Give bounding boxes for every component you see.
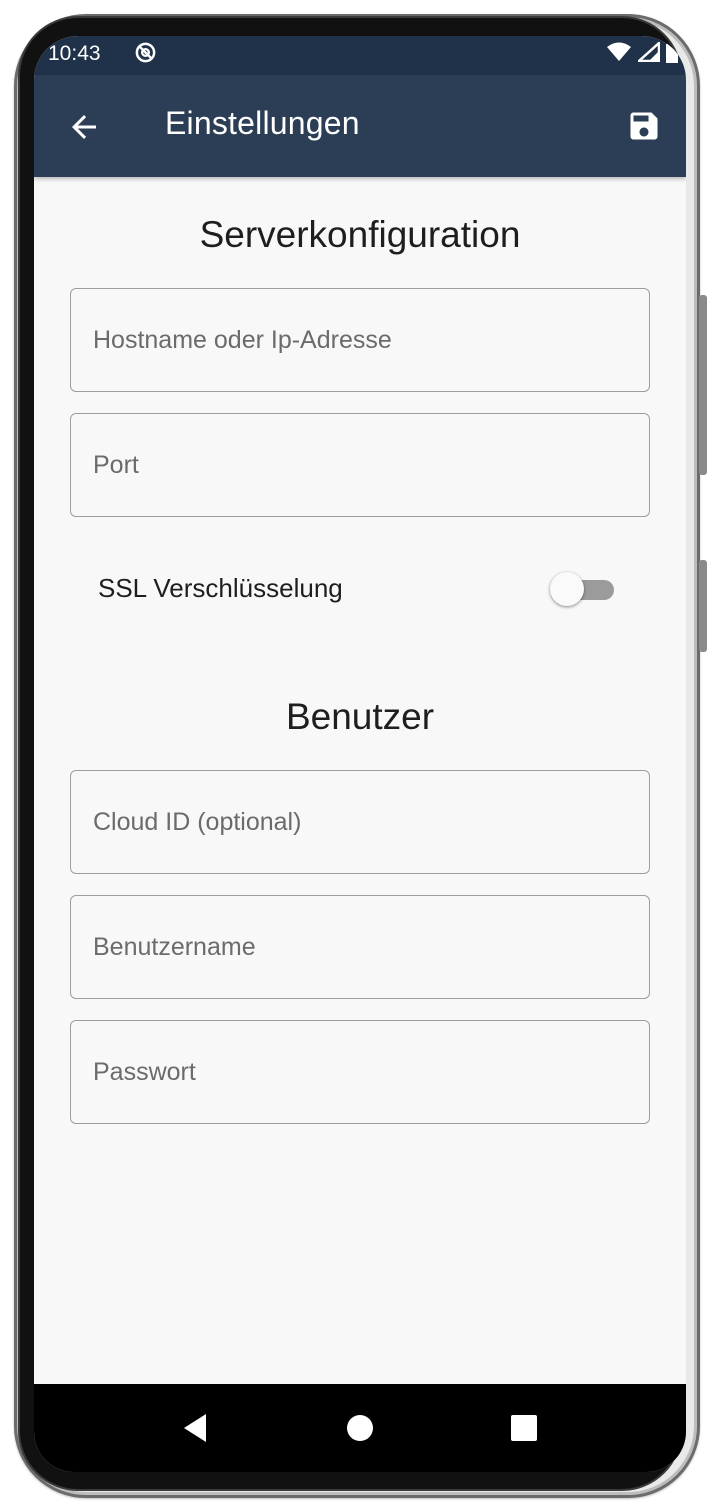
cloud-id-input[interactable] (71, 771, 649, 873)
back-button[interactable] (66, 109, 102, 145)
nav-recents-icon (511, 1415, 537, 1441)
port-input[interactable] (71, 414, 649, 516)
nav-back-icon (184, 1414, 206, 1442)
app-bar: Einstellungen (34, 75, 686, 177)
ssl-toggle[interactable] (550, 572, 618, 606)
signal-icon (635, 39, 661, 67)
ssl-row: SSL Verschlüsselung (98, 564, 618, 612)
server-section-title: Serverkonfiguration (199, 214, 521, 255)
nav-recents-button[interactable] (502, 1406, 546, 1450)
status-icons (606, 39, 678, 68)
username-input[interactable] (71, 896, 649, 998)
save-button[interactable] (626, 108, 662, 144)
host-input[interactable] (71, 289, 649, 391)
volume-button (699, 295, 707, 475)
nav-back-button[interactable] (174, 1406, 218, 1450)
battery-icon (666, 40, 678, 68)
ssl-label: SSL Verschlüsselung (98, 573, 343, 603)
user-section-title: Benutzer (285, 696, 435, 737)
cloud-id-field[interactable] (70, 770, 650, 874)
status-time: 10:43 (48, 42, 101, 65)
system-nav-bar (34, 1384, 686, 1472)
arrow-left-icon (72, 115, 96, 139)
password-field[interactable] (70, 1020, 650, 1124)
host-field[interactable] (70, 288, 650, 392)
password-input[interactable] (71, 1021, 649, 1123)
username-field[interactable] (70, 895, 650, 999)
floppy-disk-icon (630, 112, 658, 140)
ssl-toggle-thumb[interactable] (550, 572, 584, 606)
nav-home-icon (347, 1415, 373, 1441)
status-bar: 10:43 (34, 36, 686, 75)
app-screen: 10:43 Einstellungen Serverkonfiguration … (34, 36, 686, 1472)
page-title: Einstellungen (165, 105, 360, 141)
port-field[interactable] (70, 413, 650, 517)
nav-home-button[interactable] (338, 1406, 382, 1450)
power-button (699, 560, 707, 652)
dnd-icon (134, 41, 157, 64)
wifi-icon (606, 42, 632, 67)
